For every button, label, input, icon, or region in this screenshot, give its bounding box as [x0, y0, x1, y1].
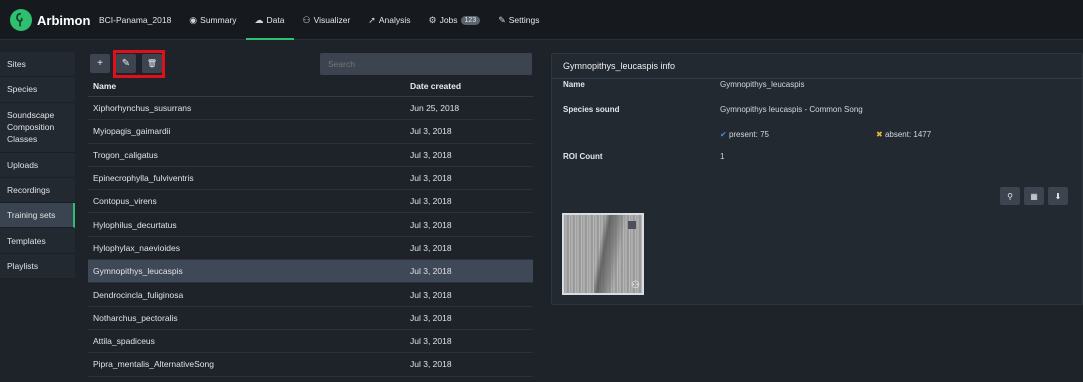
info-panel-title: Gymnopithys_leucaspis info [552, 54, 1082, 79]
highlight-box [113, 50, 165, 78]
row-date: Jul 3, 2018 [410, 196, 452, 207]
row-name: Trogon_caligatus [93, 149, 158, 160]
grid-icon: ▦ [1030, 191, 1038, 201]
row-name: Contopus_virens [93, 196, 157, 207]
sidebar-item-uploads[interactable]: Uploads [0, 152, 75, 178]
table-row[interactable]: Hylophylax_naevioides Jul 3, 2018 [88, 237, 533, 261]
wrench-icon: ✎ [498, 14, 506, 25]
roi-count-label: ROI Count [563, 152, 603, 161]
row-name: Hylophilus_decurtatus [93, 219, 177, 230]
column-header-name[interactable]: Name [88, 81, 410, 91]
arbimon-logo-icon[interactable] [10, 9, 32, 31]
sidebar-item-species[interactable]: Species [0, 77, 75, 103]
sidebar-item-playlists[interactable]: Playlists [0, 253, 75, 280]
row-name: Attila_spadiceus [93, 336, 155, 347]
gears-icon: ⚙ [428, 14, 437, 25]
row-name: Myiopagis_gaimardii [93, 126, 171, 137]
row-date: Jul 3, 2018 [410, 312, 452, 323]
table-header: Name Date created [88, 75, 533, 97]
download-icon: ⬇ [1054, 191, 1062, 201]
nav-visualizer[interactable]: ⚇ Visualizer [294, 0, 360, 40]
species-sound-value: Gymnopithys leucaspis - Common Song [720, 105, 863, 114]
table-row[interactable]: Contopus_virens Jul 3, 2018 [88, 190, 533, 214]
search-input[interactable] [320, 53, 532, 75]
sidebar-item-recordings[interactable]: Recordings [0, 177, 75, 204]
row-name: Gymnopithys_leucaspis [93, 266, 183, 277]
column-header-date-created[interactable]: Date created [410, 81, 533, 91]
sidebar-item-training-sets[interactable]: Training sets [0, 203, 75, 229]
check-icon: ✔ [720, 130, 727, 139]
cloud-icon: ☁ [254, 14, 264, 25]
table-row[interactable]: Pipra_mentalis_AlternativeSong Jul 3, 201… [88, 353, 533, 377]
training-set-info-panel: Gymnopithys_leucaspis info Name Gymnopit… [551, 53, 1083, 305]
nav-analysis[interactable]: ➚ Analysis [359, 0, 419, 40]
row-date: Jul 3, 2018 [410, 219, 452, 230]
send-icon: ➚ [368, 14, 376, 25]
search-roi-button[interactable]: ⚲ [1000, 187, 1020, 205]
row-date: Jul 3, 2018 [410, 266, 452, 277]
binoculars-icon: ⚇ [302, 14, 311, 25]
row-date: Jul 3, 2018 [410, 289, 452, 300]
row-date: Jun 25, 2018 [410, 103, 460, 114]
sidebar-item-soundscape-composition-classes[interactable]: Soundscape Composition Classes [0, 102, 75, 153]
row-date: Jul 3, 2018 [410, 359, 452, 370]
roi-spectrogram-thumbnail[interactable]: ⚇ [562, 213, 644, 295]
table-row[interactable]: Notharchus_pectoralis Jul 3, 2018 [88, 307, 533, 330]
data-sidebar: Sites Species Soundscape Composition Cla… [0, 52, 75, 280]
row-name: Epinecrophylla_fulviventris [93, 173, 194, 184]
main-nav: BCI-Panama_2018 ◉ Summary ☁ Data ⚇ Visualiz… [90, 0, 548, 40]
table-row[interactable]: Dendrocincla_fuliginosa Jul 3, 2018 [88, 283, 533, 307]
nav-data[interactable]: ☁ Data [245, 0, 294, 40]
roi-tools: ⚲ ▦ ⬇ [1000, 187, 1068, 205]
dashboard-icon: ◉ [189, 14, 198, 25]
roi-count-value: 1 [720, 152, 725, 161]
brand-name[interactable]: Arbimon [37, 13, 90, 28]
top-navbar: Arbimon BCI-Panama_2018 ◉ Summary ☁ Data ⚇… [0, 0, 1083, 40]
sidebar-item-templates[interactable]: Templates [0, 228, 75, 254]
table-row[interactable]: Trogon_caligatus Jul 3, 2018 [88, 144, 533, 167]
name-value: Gymnopithys_leucaspis [720, 80, 805, 89]
row-date: Jul 3, 2018 [410, 126, 452, 137]
binoculars-icon: ⚇ [631, 280, 640, 291]
table-row[interactable]: Hylophilus_decurtatus Jul 3, 2018 [88, 213, 533, 237]
row-name: Notharchus_pectoralis [93, 312, 178, 323]
search-icon: ⚲ [1007, 191, 1013, 201]
table-row[interactable]: Epinecrophylla_fulviventris Jul 3, 2018 [88, 167, 533, 191]
present-count: ✔ present: 75 [720, 130, 769, 139]
row-date: Jul 3, 2018 [410, 242, 452, 253]
row-name: Dendrocincla_fuliginosa [93, 289, 184, 300]
table-row[interactable]: Attila_spadiceus Jul 3, 2018 [88, 330, 533, 354]
training-sets-table: Name Date created Xiphorhynchus_susurran… [88, 75, 533, 377]
row-name: Pipra_mentalis_AlternativeSong [93, 359, 214, 370]
table-row[interactable]: Xiphorhynchus_susurrans Jun 25, 2018 [88, 97, 533, 121]
row-date: Jul 3, 2018 [410, 336, 452, 347]
download-button[interactable]: ⬇ [1048, 187, 1068, 205]
row-date: Jul 3, 2018 [410, 149, 452, 160]
cross-icon: ✖ [876, 130, 883, 139]
project-name[interactable]: BCI-Panama_2018 [90, 0, 180, 40]
row-name: Hylophylax_naevioides [93, 242, 180, 253]
nav-settings[interactable]: ✎ Settings [489, 0, 548, 40]
table-row-selected[interactable]: Gymnopithys_leucaspis Jul 3, 2018 [88, 260, 533, 284]
sidebar-item-sites[interactable]: Sites [0, 52, 75, 78]
row-name: Xiphorhynchus_susurrans [93, 103, 192, 114]
absent-count: ✖ absent: 1477 [876, 130, 932, 139]
nav-summary[interactable]: ◉ Summary [180, 0, 245, 40]
nav-jobs[interactable]: ⚙ Jobs 123 [419, 0, 489, 40]
jobs-count-badge: 123 [460, 15, 481, 25]
grid-view-button[interactable]: ▦ [1024, 187, 1044, 205]
table-row[interactable]: Myiopagis_gaimardii Jul 3, 2018 [88, 120, 533, 144]
species-sound-label: Species sound [563, 105, 620, 114]
add-training-set-button[interactable]: + [90, 54, 110, 73]
row-date: Jul 3, 2018 [410, 173, 452, 184]
name-label: Name [563, 80, 585, 89]
